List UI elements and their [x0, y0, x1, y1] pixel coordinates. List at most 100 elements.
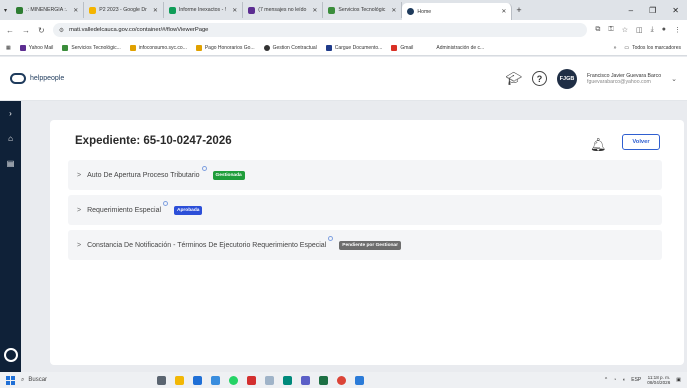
graduation-cap-icon[interactable]: 🎓︎ [506, 71, 523, 87]
menu-icon[interactable]: ⋮ [674, 26, 681, 34]
close-icon[interactable]: ✕ [312, 7, 317, 14]
windows-start-icon[interactable] [6, 375, 15, 385]
clock[interactable]: 11:18 p. m. 08/04/2026 [647, 375, 670, 386]
chevron-up-icon[interactable]: ^ [605, 377, 607, 383]
browser-tab[interactable]: Informe Inexactos - ! ✕ [164, 2, 244, 18]
tab-search-icon[interactable]: ▾ [4, 7, 7, 14]
address-bar: ← → ↻ ⚙ mati.valledelcauca.gov.co/contai… [0, 20, 687, 40]
browser-tab[interactable]: (7 mensajes no leído ✕ [243, 2, 324, 18]
app-icon[interactable] [211, 375, 220, 385]
close-icon[interactable]: ✕ [73, 7, 78, 14]
browser-tab[interactable]: Servicios Tecnológic ✕ [323, 2, 403, 18]
volume-icon[interactable]: ◖ [622, 377, 625, 383]
folder-icon: ▭ [624, 44, 630, 51]
notifications-icon[interactable]: ▣ [676, 377, 681, 383]
maximize-icon[interactable]: ❐ [649, 6, 656, 15]
app-logo[interactable]: helppeople [10, 73, 64, 84]
download-icon[interactable]: ⤓ [651, 26, 654, 34]
bookmark-item[interactable]: infoconsumo.syc.co... [129, 44, 187, 51]
accordion-item[interactable]: > Requerimiento Especial Aprobada [68, 195, 662, 225]
app-icon[interactable] [283, 375, 292, 385]
bookmark-item[interactable]: Administración de c... [436, 45, 484, 51]
bookmarks-bar: ▦ Yahoo Mail Servicios Tecnológic... inf… [0, 40, 687, 56]
close-icon[interactable]: ✕ [391, 7, 396, 14]
app-icon[interactable] [355, 375, 364, 385]
chrome-icon[interactable] [337, 375, 346, 385]
close-icon[interactable]: ✕ [153, 7, 158, 14]
profile-icon[interactable]: ● [662, 26, 666, 34]
excel-icon[interactable] [319, 375, 328, 385]
apps-grid-icon[interactable]: ▦ [6, 45, 11, 51]
bookmark-item[interactable]: Cargue Documento... [325, 44, 382, 51]
forward-icon[interactable]: → [22, 26, 30, 35]
teams-icon[interactable] [301, 375, 310, 385]
item-label: Constancia De Notificación - Términos De… [87, 241, 327, 249]
page-title: Expediente: 65-10-0247-2026 [75, 135, 232, 147]
browser-tab-strip: ▾ .: MINENERGIA :. ✕ P2 2023 - Google Dr ✕… [0, 0, 687, 20]
expand-sidebar-icon[interactable]: › [9, 109, 12, 118]
avatar[interactable]: FJGB [557, 68, 578, 89]
document-icon[interactable]: ▤ [7, 159, 15, 168]
info-dot-icon [328, 235, 334, 241]
mail-icon [248, 6, 256, 14]
minimize-icon[interactable]: – [629, 6, 633, 15]
star-icon[interactable]: ☆ [622, 26, 628, 34]
app-icon[interactable] [265, 375, 274, 385]
address-actions: ⧉ ⚿ ☆ ◫ ⤓ ● ⋮ [595, 26, 681, 34]
more-bookmarks-icon[interactable]: » [614, 45, 617, 51]
chevron-down-icon[interactable]: ⌄ [671, 75, 677, 83]
file-explorer-icon[interactable] [175, 375, 184, 385]
close-icon[interactable]: ✕ [232, 7, 237, 14]
bookmarks-right: » ▭ Todos los marcadores [614, 45, 681, 51]
helppeople-icon [407, 8, 415, 15]
close-window-icon[interactable]: ✕ [672, 6, 679, 15]
helppeople-logo-icon [10, 73, 26, 84]
left-sidebar: › ⌂ ▤ [0, 101, 21, 372]
key-icon[interactable]: ⚿ [608, 26, 613, 34]
close-icon[interactable]: ✕ [501, 8, 506, 15]
windows-taskbar: ⌕ Buscar ^ ◔ ◖ ESP 11:18 p. m. 08/04/202… [0, 372, 687, 388]
helppeople-bottom-icon[interactable] [3, 348, 18, 362]
new-tab-icon[interactable]: + [516, 5, 521, 15]
store-icon[interactable] [193, 375, 202, 385]
bookmark-item[interactable]: Pago Honorarios Go... [195, 44, 255, 51]
task-view-icon[interactable] [157, 375, 166, 385]
bell-icon[interactable]: 🔔︎ [590, 137, 607, 153]
url-input[interactable]: ⚙ mati.valledelcauca.gov.co/container/#/… [52, 23, 588, 37]
acrobat-icon[interactable] [247, 375, 256, 385]
network-icon[interactable]: ◔ [613, 377, 616, 383]
all-bookmarks[interactable]: ▭ Todos los marcadores [624, 45, 681, 51]
extensions-icon[interactable]: ◫ [636, 26, 643, 34]
back-icon[interactable]: ← [6, 26, 14, 35]
home-icon[interactable]: ⌂ [8, 134, 13, 143]
search-icon: ⌕ [21, 376, 25, 383]
help-icon[interactable]: ? [532, 71, 548, 86]
status-badge: Gestionada [212, 170, 245, 180]
accordion-item[interactable]: > Auto De Apertura Proceso Tributario Ge… [68, 160, 662, 190]
chevron-right-icon: > [77, 241, 82, 249]
browser-tab[interactable]: P2 2023 - Google Dr ✕ [84, 2, 164, 18]
bookmark-item[interactable]: Yahoo Mail [19, 44, 53, 51]
taskbar-apps [157, 375, 364, 385]
case-panel: Expediente: 65-10-0247-2026 🔔︎ Volver > … [50, 120, 684, 365]
globe-icon [263, 44, 270, 51]
back-button[interactable]: Volver [622, 134, 660, 150]
browser-tab[interactable]: .: MINENERGIA :. ✕ [11, 2, 85, 18]
translate-icon[interactable]: ⧉ [595, 26, 600, 34]
header-actions: 🎓︎ ? FJGB Francisco Javier Guevara Barco… [506, 68, 677, 89]
whatsapp-icon[interactable] [229, 375, 238, 385]
services-icon [328, 6, 336, 14]
language-indicator[interactable]: ESP [631, 377, 641, 383]
reload-icon[interactable]: ↻ [38, 26, 45, 35]
user-info[interactable]: Francisco Javier Guevara Barco fguevarab… [587, 73, 661, 85]
taskbar-search[interactable]: ⌕ Buscar [21, 377, 111, 384]
bookmark-icon [325, 44, 332, 51]
accordion-item[interactable]: > Constancia De Notificación - Términos … [68, 230, 662, 260]
gmail-icon [391, 44, 398, 51]
site-info-icon[interactable]: ⚙ [59, 27, 64, 34]
bookmark-item[interactable]: Servicios Tecnológic... [62, 44, 121, 51]
browser-tab-active[interactable]: Home ✕ [402, 3, 513, 20]
bookmark-item[interactable]: Gestion Contractual [263, 44, 317, 51]
info-dot-icon [163, 200, 169, 206]
bookmark-item[interactable]: Gmail [391, 44, 413, 51]
